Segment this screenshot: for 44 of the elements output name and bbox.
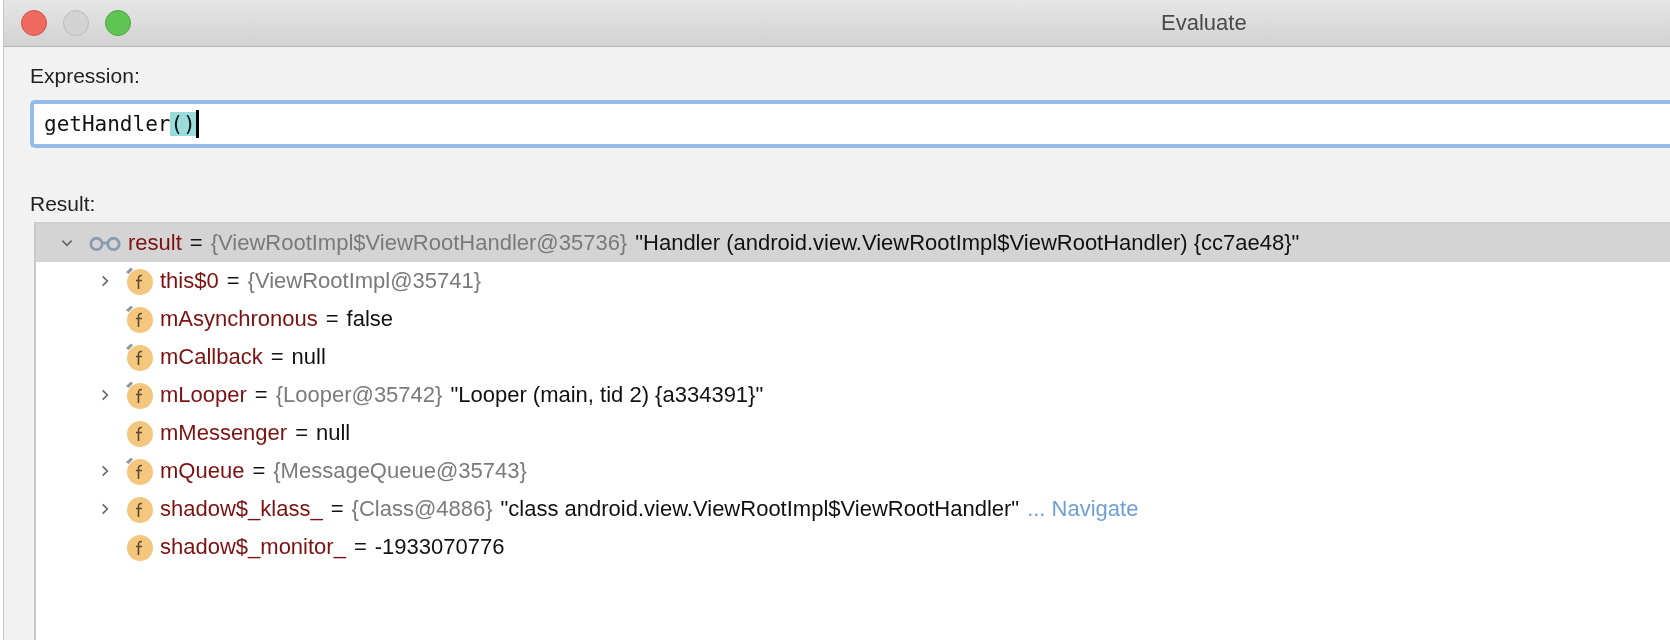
object-reference: {ViewRootImpl$ViewRootHandler@35736}	[210, 230, 628, 256]
tree-row[interactable]: shadow$_monitor_ = -1933070776	[36, 528, 1670, 566]
equals-sign: =	[189, 230, 203, 256]
variable-value: false	[346, 306, 394, 332]
tree-row[interactable]: mMessenger = null	[36, 414, 1670, 452]
tree-row[interactable]: mQueue = {MessageQueue@35743}	[36, 452, 1670, 490]
object-reference: {MessageQueue@35743}	[273, 458, 527, 484]
equals-sign: =	[330, 496, 344, 522]
equals-sign: =	[325, 306, 339, 332]
variable-name: this$0	[160, 268, 219, 294]
tree-row[interactable]: shadow$_klass_ = {Class@4886} "class android.view.ViewRootImpl$ViewRootHandler" ... Navigate	[36, 490, 1670, 528]
result-label: Result:	[30, 192, 96, 216]
object-reference: {Class@4886}	[351, 496, 493, 522]
variable-name: mMessenger	[160, 420, 288, 446]
equals-sign: =	[270, 344, 284, 370]
tree-row[interactable]: mAsynchronous = false	[36, 300, 1670, 338]
object-reference: {Looper@35742}	[275, 382, 443, 408]
expression-field[interactable]: getHandler()	[30, 100, 1670, 148]
variable-name: result	[128, 230, 182, 256]
variable-value: "Handler (android.view.ViewRootImpl$ViewRootHandler) {cc7ae48}"	[635, 230, 1300, 256]
variable-value: "Looper (main, tid 2) {a334391}"	[450, 382, 764, 408]
tree-row[interactable]: this$0 = {ViewRootImpl@35741}	[36, 262, 1670, 300]
tree-row[interactable]: mLooper = {Looper@35742} "Looper (main, tid 2) {a334391}"	[36, 376, 1670, 414]
equals-sign: =	[353, 534, 367, 560]
object-reference: {ViewRootImpl@35741}	[247, 268, 482, 294]
window-title: Evaluate	[1161, 10, 1247, 36]
equals-sign: =	[252, 458, 266, 484]
variable-value: null	[291, 344, 326, 370]
variable-name: mCallback	[160, 344, 263, 370]
variable-name: mLooper	[160, 382, 247, 408]
close-button[interactable]	[21, 10, 47, 36]
variable-name: mAsynchronous	[160, 306, 318, 332]
expression-label: Expression:	[30, 64, 140, 88]
equals-sign: =	[226, 268, 240, 294]
variable-name: shadow$_monitor_	[160, 534, 346, 560]
variable-name: shadow$_klass_	[160, 496, 323, 522]
variable-value: null	[316, 420, 351, 446]
tree-row[interactable]: mCallback = null	[36, 338, 1670, 376]
tree-row[interactable]: result = {ViewRootImpl$ViewRootHandler@35736} "Handler (android.view.ViewRootImpl$ViewRootHandler) {cc7ae48}"	[36, 224, 1670, 262]
equals-sign: =	[295, 420, 308, 446]
equals-sign: =	[254, 382, 268, 408]
variable-value: -1933070776	[374, 534, 505, 560]
variable-name: mQueue	[160, 458, 245, 484]
variable-value: "class android.view.ViewRootImpl$ViewRootHandler"	[500, 496, 1020, 522]
